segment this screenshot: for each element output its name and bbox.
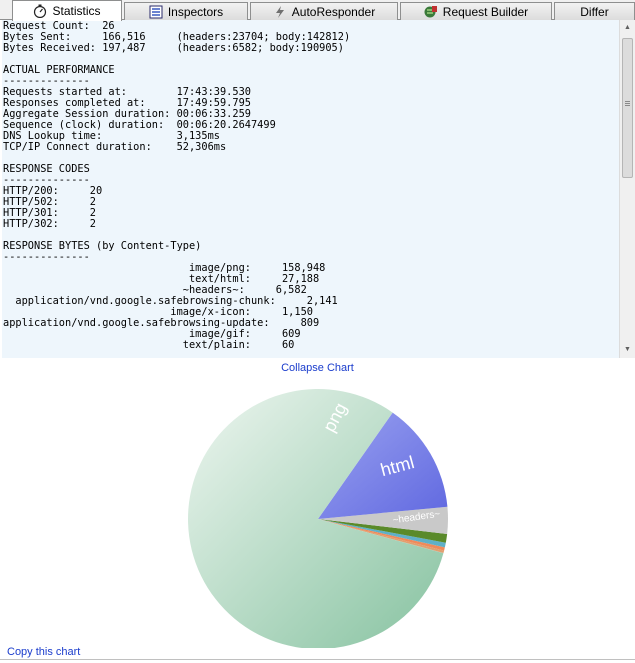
tab-request-builder[interactable]: Request Builder	[400, 2, 552, 20]
tab-label: Inspectors	[167, 4, 224, 19]
stopwatch-icon	[34, 4, 47, 18]
tab-label: Statistics	[52, 4, 101, 18]
tab-label: Differ	[580, 4, 609, 19]
tab-inspectors[interactable]: Inspectors	[124, 2, 248, 20]
stat-line: text/plain: 60	[3, 339, 295, 351]
vertical-scrollbar[interactable]: ▲ ▼	[619, 20, 635, 358]
statistics-text-panel: Request Count: 26 Bytes Sent: 166,516 (h…	[2, 20, 619, 358]
tab-label: Request Builder	[442, 4, 529, 19]
bottom-divider	[0, 659, 635, 660]
tab-autoresponder[interactable]: AutoResponder	[250, 2, 398, 20]
scrollbar-thumb[interactable]	[622, 38, 633, 178]
tab-statistics[interactable]: Statistics	[12, 0, 122, 21]
tab-differ[interactable]: Differ	[554, 2, 635, 20]
collapse-chart-link[interactable]: Collapse Chart	[0, 362, 635, 374]
builder-icon	[424, 5, 437, 17]
copy-chart-link[interactable]: Copy this chart	[7, 646, 80, 658]
stat-line: Bytes Received: 197,487 (headers:6582; b…	[3, 42, 344, 54]
lightning-icon	[275, 5, 284, 18]
tab-label: AutoResponder	[291, 4, 376, 19]
stat-line: TCP/IP Connect duration: 52,306ms	[3, 141, 227, 153]
scroll-down-arrow-icon[interactable]: ▼	[620, 342, 635, 358]
pie-chart: pnghtml~headers~	[188, 389, 448, 648]
statistics-report: Request Count: 26 Bytes Sent: 166,516 (h…	[2, 20, 619, 351]
scroll-up-arrow-icon[interactable]: ▲	[620, 20, 635, 36]
tab-bar: Statistics Inspectors AutoResponder Requ…	[0, 0, 635, 21]
stat-line: HTTP/302: 2	[3, 218, 96, 230]
inspector-icon	[149, 5, 163, 18]
